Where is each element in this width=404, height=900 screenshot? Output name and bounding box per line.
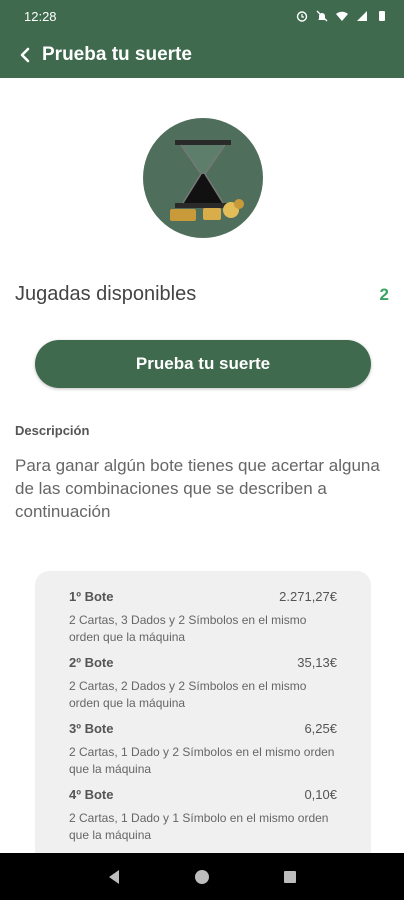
prize-amount: 6,25€ <box>304 720 337 736</box>
available-plays-row: Jugadas disponibles 2 <box>15 283 389 306</box>
prize-item: 3º Bote 6,25€ 2 Cartas, 1 Dado y 2 Símbo… <box>69 718 337 778</box>
prize-description: 2 Cartas, 3 Dados y 2 Símbolos en el mis… <box>69 613 307 644</box>
app-bar: Prueba tu suerte <box>0 32 404 78</box>
recents-nav-icon[interactable] <box>282 869 298 885</box>
signal-icon <box>357 11 367 21</box>
available-plays-label: Jugadas disponibles <box>15 283 197 305</box>
back-button[interactable] <box>14 44 36 66</box>
status-time: 12:28 <box>24 8 57 24</box>
prize-description: 2 Cartas, 1 Dado y 1 Símbolo en el mismo… <box>69 811 329 842</box>
prize-description: 2 Cartas, 1 Dado y 2 Símbolos en el mism… <box>69 745 335 776</box>
system-nav-bar <box>0 853 404 900</box>
hourglass-logo <box>143 118 263 238</box>
prize-amount: 2.271,27€ <box>279 588 337 604</box>
main-content: Jugadas disponibles 2 Prueba tu suerte D… <box>0 78 404 853</box>
prize-name: 4º Bote <box>69 786 114 802</box>
try-luck-button[interactable]: Prueba tu suerte <box>35 340 371 388</box>
status-icons <box>296 10 388 22</box>
prize-item: 4º Bote 0,10€ 2 Cartas, 1 Dado y 1 Símbo… <box>69 784 337 844</box>
prize-amount: 0,10€ <box>304 786 337 802</box>
description-heading: Descripción <box>15 423 90 438</box>
available-plays-count: 2 <box>379 284 389 304</box>
prize-amount: 35,13€ <box>297 654 337 670</box>
alarm-icon <box>296 11 308 22</box>
prize-item: 2º Bote 35,13€ 2 Cartas, 2 Dados y 2 Sím… <box>69 652 337 712</box>
prize-card: 1º Bote 2.271,27€ 2 Cartas, 3 Dados y 2 … <box>35 571 371 853</box>
back-nav-icon[interactable] <box>106 869 122 885</box>
home-nav-icon[interactable] <box>194 869 210 885</box>
prize-description: 2 Cartas, 2 Dados y 2 Símbolos en el mis… <box>69 679 307 710</box>
page-title: Prueba tu suerte <box>42 44 192 65</box>
prize-item: 1º Bote 2.271,27€ 2 Cartas, 3 Dados y 2 … <box>69 586 337 646</box>
battery-icon <box>379 11 385 21</box>
chevron-left-icon <box>20 47 30 63</box>
description-text: Para ganar algún bote tienes que acertar… <box>15 456 380 521</box>
prize-name: 3º Bote <box>69 720 114 736</box>
prize-name: 1º Bote <box>69 588 114 604</box>
hourglass-icon <box>170 140 244 221</box>
prize-name: 2º Bote <box>69 654 114 670</box>
mute-icon <box>316 10 328 22</box>
wifi-icon <box>336 11 348 21</box>
status-bar: 12:28 <box>0 0 404 32</box>
